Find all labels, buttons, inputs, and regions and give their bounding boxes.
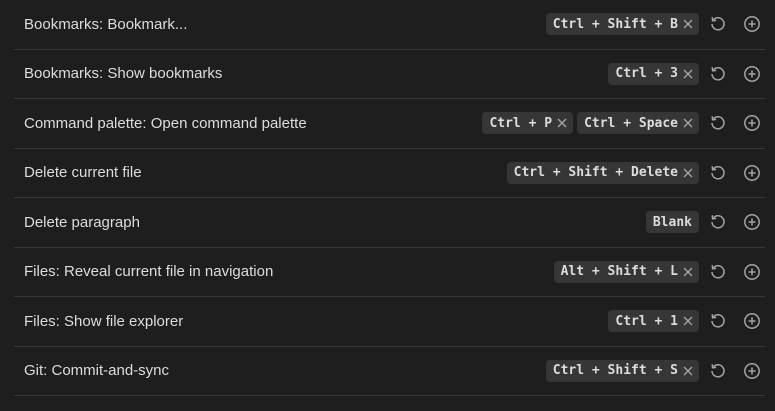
hotkey-row: Files: Reveal current file in navigation… xyxy=(14,248,765,297)
hotkey-command-name: Bookmarks: Show bookmarks xyxy=(24,65,223,83)
close-icon[interactable] xyxy=(555,116,569,130)
hotkey-command-name: Command palette: Open command palette xyxy=(24,114,307,132)
hotkey-list: Bookmarks: Bookmark... Ctrl + Shift + B Bo… xyxy=(0,0,775,396)
hotkey-keys: Ctrl + Shift + B xyxy=(545,13,699,36)
hotkey-actions xyxy=(707,63,763,85)
hotkey-command-name: Git: Commit-and-sync xyxy=(24,362,170,380)
hotkey-chip-label: Ctrl + Shift + B xyxy=(552,16,678,32)
restore-default-icon[interactable] xyxy=(707,211,729,233)
hotkey-command-name: Delete paragraph xyxy=(24,213,140,231)
hotkey-keys: Alt + Shift + L xyxy=(553,260,699,283)
hotkey-actions xyxy=(707,360,763,382)
hotkey-chip: Ctrl + Shift + Delete xyxy=(506,161,699,184)
add-hotkey-icon[interactable] xyxy=(741,13,763,35)
add-hotkey-icon[interactable] xyxy=(741,310,763,332)
restore-default-icon[interactable] xyxy=(707,63,729,85)
hotkey-row: Delete current file Ctrl + Shift + Delete xyxy=(14,149,765,198)
hotkey-actions xyxy=(707,112,763,134)
hotkey-keys: Ctrl + Shift + S xyxy=(545,359,699,382)
restore-default-icon[interactable] xyxy=(707,310,729,332)
restore-default-icon[interactable] xyxy=(707,360,729,382)
close-icon[interactable] xyxy=(681,116,695,130)
hotkey-keys: Blank xyxy=(645,211,699,234)
close-icon[interactable] xyxy=(681,166,695,180)
add-hotkey-icon[interactable] xyxy=(741,211,763,233)
hotkey-chip: Ctrl + Space xyxy=(577,112,699,135)
restore-default-icon[interactable] xyxy=(707,261,729,283)
hotkey-command-name: Bookmarks: Bookmark... xyxy=(24,15,188,33)
hotkey-keys: Ctrl + P Ctrl + Space xyxy=(482,112,699,135)
hotkey-chip: Ctrl + Shift + S xyxy=(545,359,699,382)
hotkey-chip: Ctrl + 1 xyxy=(608,310,699,333)
hotkey-row: Bookmarks: Bookmark... Ctrl + Shift + B xyxy=(14,0,765,50)
hotkey-chip-label: Ctrl + Shift + Delete xyxy=(513,165,678,181)
hotkey-row: Delete paragraph Blank xyxy=(14,198,765,248)
restore-default-icon[interactable] xyxy=(707,162,729,184)
hotkey-blank-badge: Blank xyxy=(645,211,699,234)
hotkey-chip-label: Ctrl + P xyxy=(489,115,553,131)
hotkey-keys: Ctrl + 1 xyxy=(608,310,699,333)
restore-default-icon[interactable] xyxy=(707,112,729,134)
close-icon[interactable] xyxy=(681,67,695,81)
hotkey-chip: Ctrl + 3 xyxy=(608,62,699,85)
hotkey-actions xyxy=(707,162,763,184)
hotkey-actions xyxy=(707,310,763,332)
add-hotkey-icon[interactable] xyxy=(741,63,763,85)
close-icon[interactable] xyxy=(681,265,695,279)
hotkey-chip-label: Ctrl + 1 xyxy=(615,313,678,329)
hotkey-row: Command palette: Open command palette Ctr… xyxy=(14,99,765,149)
close-icon[interactable] xyxy=(681,314,695,328)
hotkey-command-name: Files: Show file explorer xyxy=(24,312,184,330)
hotkey-chip: Ctrl + P xyxy=(482,112,574,135)
add-hotkey-icon[interactable] xyxy=(741,261,763,283)
add-hotkey-icon[interactable] xyxy=(741,360,763,382)
add-hotkey-icon[interactable] xyxy=(741,112,763,134)
hotkey-command-name: Files: Reveal current file in navigation xyxy=(24,263,274,281)
hotkey-row: Git: Commit-and-sync Ctrl + Shift + S xyxy=(14,347,765,396)
hotkey-actions xyxy=(707,261,763,283)
hotkey-chip-label: Alt + Shift + L xyxy=(560,264,678,280)
hotkey-keys: Ctrl + 3 xyxy=(608,62,699,85)
add-hotkey-icon[interactable] xyxy=(741,162,763,184)
hotkey-row: Bookmarks: Show bookmarks Ctrl + 3 xyxy=(14,50,765,99)
restore-default-icon[interactable] xyxy=(707,13,729,35)
hotkey-chip-label: Ctrl + 3 xyxy=(615,66,678,82)
hotkey-chip: Alt + Shift + L xyxy=(553,260,699,283)
hotkey-row: Files: Show file explorer Ctrl + 1 xyxy=(14,297,765,347)
hotkey-chip: Ctrl + Shift + B xyxy=(545,13,699,36)
hotkey-chip-label: Ctrl + Shift + S xyxy=(552,363,678,379)
hotkey-keys: Ctrl + Shift + Delete xyxy=(506,161,699,184)
hotkey-actions xyxy=(707,13,763,35)
close-icon[interactable] xyxy=(681,364,695,378)
hotkey-actions xyxy=(707,211,763,233)
hotkey-chip-label: Ctrl + Space xyxy=(584,115,678,131)
close-icon[interactable] xyxy=(681,17,695,31)
hotkey-command-name: Delete current file xyxy=(24,164,142,182)
